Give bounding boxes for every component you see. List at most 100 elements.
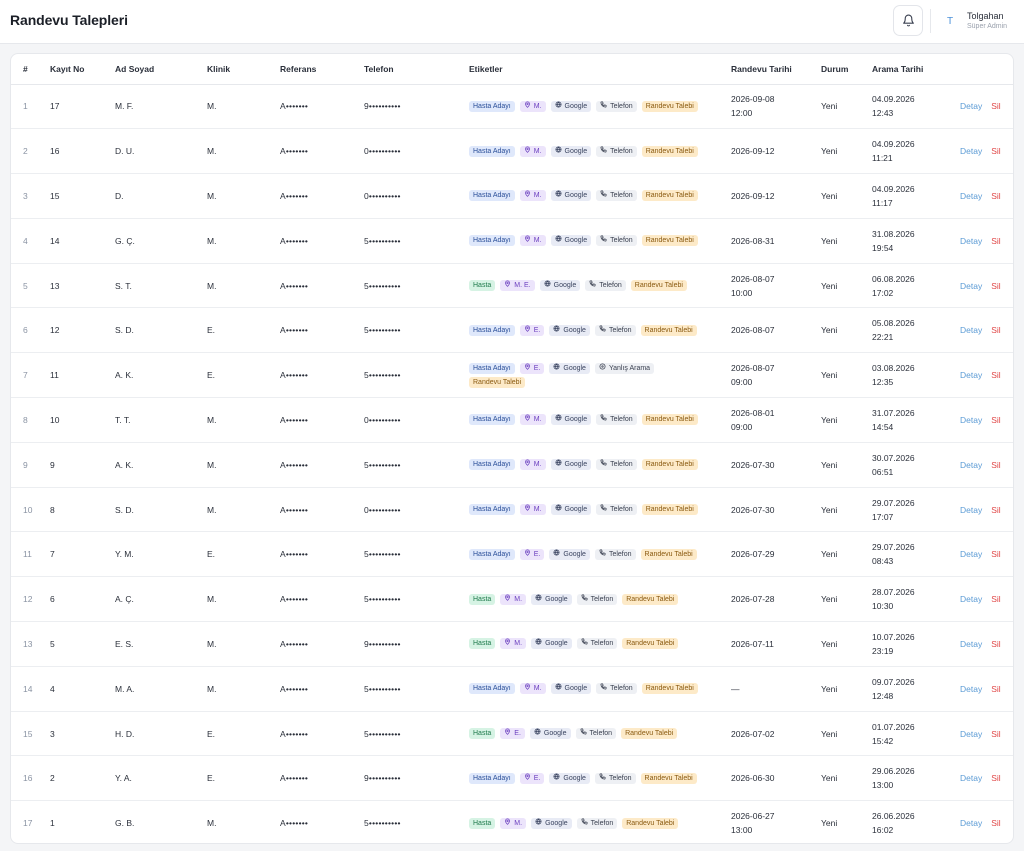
notifications-button[interactable]: [893, 5, 923, 36]
delete-link[interactable]: Sil: [991, 236, 1000, 246]
col-record-no[interactable]: Kayıt No: [50, 54, 115, 85]
phone: 5••••••••••: [364, 235, 401, 246]
clinic-tag-label: M.: [533, 506, 542, 514]
table-row[interactable]: 4 14 G. Ç. M. A••••••• 5•••••••••• Hasta Adayı…: [11, 218, 1013, 264]
phone: 5••••••••••: [364, 728, 401, 739]
channel-tag: Telefon: [594, 324, 636, 336]
phone: 5••••••••••: [364, 370, 401, 381]
delete-link[interactable]: Sil: [991, 684, 1000, 694]
detail-link[interactable]: Detay: [960, 594, 982, 604]
table-row[interactable]: 10 8 S. D. M. A••••••• 0•••••••••• Hasta Adayı…: [11, 487, 1013, 532]
table-row[interactable]: 7 11 A. K. E. A••••••• 5•••••••••• Hasta Adayı…: [11, 353, 1013, 398]
detail-link[interactable]: Detay: [960, 325, 982, 335]
status-tag: Hasta Adayı: [469, 683, 515, 695]
table-row[interactable]: 5 13 S. T. M. A••••••• 5•••••••••• Hasta M. E. G…: [11, 263, 1013, 308]
col-call-date[interactable]: Arama Tarihi: [872, 54, 960, 85]
table-row[interactable]: 2 16 D. U. M. A••••••• 0•••••••••• Hasta Adayı…: [11, 129, 1013, 174]
delete-link[interactable]: Sil: [991, 281, 1000, 291]
call-date: 04.09.2026 12:43: [872, 84, 960, 129]
appointment-day: 2026-06-27: [731, 811, 775, 822]
delete-link[interactable]: Sil: [991, 505, 1000, 515]
delete-link[interactable]: Sil: [991, 370, 1000, 380]
channel-tag-label: Telefon: [610, 147, 633, 155]
col-status[interactable]: Durum: [821, 54, 872, 85]
delete-link[interactable]: Sil: [991, 773, 1000, 783]
delete-link[interactable]: Sil: [991, 325, 1000, 335]
table-row[interactable]: 3 15 D. M. A••••••• 0•••••••••• Hasta Adayı M. G…: [11, 174, 1013, 219]
delete-link[interactable]: Sil: [991, 101, 1000, 111]
detail-link[interactable]: Detay: [960, 729, 982, 739]
row-index: 1: [23, 101, 28, 112]
delete-link[interactable]: Sil: [991, 639, 1000, 649]
top-bar: Randevu Talepleri T Tolgahan Süper Admin: [0, 0, 1024, 44]
tag-list: Hasta Adayı M. Google Telefon Randevu Talebi: [469, 145, 714, 157]
detail-link[interactable]: Detay: [960, 236, 982, 246]
table-row[interactable]: 8 10 T. T. M. A••••••• 0•••••••••• Hasta Adayı…: [11, 398, 1013, 443]
detail-link[interactable]: Detay: [960, 101, 982, 111]
col-tags[interactable]: Etiketler: [469, 54, 731, 85]
detail-link[interactable]: Detay: [960, 146, 982, 156]
table-row[interactable]: 1 17 M. F. M. A••••••• 9•••••••••• Hasta Adayı…: [11, 84, 1013, 129]
table-row[interactable]: 11 7 Y. M. E. A••••••• 5•••••••••• Hasta Adayı…: [11, 532, 1013, 577]
detail-link[interactable]: Detay: [960, 818, 982, 828]
detail-link[interactable]: Detay: [960, 191, 982, 201]
delete-link[interactable]: Sil: [991, 146, 1000, 156]
clinic-tag: M.: [519, 459, 546, 471]
detail-link[interactable]: Detay: [960, 370, 982, 380]
detail-link[interactable]: Detay: [960, 281, 982, 291]
call-time: 17:07: [872, 511, 894, 522]
record-no: 7: [50, 549, 55, 560]
table-row[interactable]: 16 2 Y. A. E. A••••••• 9•••••••••• Hasta Adayı…: [11, 756, 1013, 801]
table-row[interactable]: 15 3 H. D. E. A••••••• 5•••••••••• Hasta E. Goog…: [11, 711, 1013, 756]
detail-link[interactable]: Detay: [960, 549, 982, 559]
col-name[interactable]: Ad Soyad: [115, 54, 207, 85]
globe-icon: [544, 280, 551, 287]
col-clinic[interactable]: Klinik: [207, 54, 280, 85]
channel-tag: Telefon: [576, 593, 618, 605]
delete-link[interactable]: Sil: [991, 818, 1000, 828]
delete-link[interactable]: Sil: [991, 191, 1000, 201]
col-phone[interactable]: Telefon: [364, 54, 469, 85]
call-day: 26.06.2026: [872, 811, 915, 822]
appointment-date: 2026-07-28: [731, 577, 821, 622]
detail-link[interactable]: Detay: [960, 460, 982, 470]
table-row[interactable]: 9 9 A. K. M. A••••••• 5•••••••••• Hasta Adayı M…: [11, 442, 1013, 488]
delete-link[interactable]: Sil: [991, 594, 1000, 604]
delete-link[interactable]: Sil: [991, 729, 1000, 739]
table-row[interactable]: 12 6 A. Ç. M. A••••••• 5•••••••••• Hasta M. Goog…: [11, 577, 1013, 622]
phone: 5••••••••••: [364, 818, 401, 829]
row-index: 13: [23, 638, 33, 649]
col-index[interactable]: #: [11, 54, 50, 85]
detail-link[interactable]: Detay: [960, 639, 982, 649]
avatar[interactable]: T: [942, 13, 958, 29]
delete-link[interactable]: Sil: [991, 549, 1000, 559]
table-header-row: # Kayıt No Ad Soyad Klinik Referans Tele…: [11, 54, 1013, 85]
table-row[interactable]: 13 5 E. S. M. A••••••• 9•••••••••• Hasta M. Goog…: [11, 622, 1013, 667]
table-row[interactable]: 17 1 G. B. M. A••••••• 5•••••••••• Hasta M. Goog…: [11, 801, 1013, 843]
detail-link[interactable]: Detay: [960, 684, 982, 694]
detail-link[interactable]: Detay: [960, 505, 982, 515]
call-day: 04.09.2026: [872, 94, 915, 105]
table-row[interactable]: 6 12 S. D. E. A••••••• 5•••••••••• Hasta Adayı…: [11, 308, 1013, 353]
table-row[interactable]: 14 4 M. A. M. A••••••• 5•••••••••• Hasta Adayı…: [11, 666, 1013, 712]
patient-name: S. D.: [115, 504, 134, 515]
status: Yeni: [821, 146, 838, 157]
globe-icon: [553, 773, 560, 780]
status-tag: Hasta Adayı: [469, 190, 515, 202]
detail-link[interactable]: Detay: [960, 415, 982, 425]
detail-link[interactable]: Detay: [960, 773, 982, 783]
row-index: 12: [23, 594, 33, 605]
tags-cell: Hasta Adayı M. Google Telefon Randevu Talebi: [469, 218, 731, 263]
patient-name: G. Ç.: [115, 235, 135, 246]
call-time: 06:51: [872, 466, 894, 477]
col-reference[interactable]: Referans: [280, 54, 364, 85]
source-tag: Google: [539, 280, 581, 292]
patient-name: E. S.: [115, 638, 134, 649]
col-appointment-date[interactable]: Randevu Tarihi: [731, 54, 821, 85]
tags-cell: Hasta Adayı M. Google Telefon Randevu Talebi: [469, 666, 731, 711]
call-date: 04.09.2026 11:17: [872, 174, 960, 219]
delete-link[interactable]: Sil: [991, 415, 1000, 425]
delete-link[interactable]: Sil: [991, 460, 1000, 470]
user-name[interactable]: Tolgahan: [967, 11, 1004, 21]
patient-name: Y. M.: [115, 549, 134, 560]
